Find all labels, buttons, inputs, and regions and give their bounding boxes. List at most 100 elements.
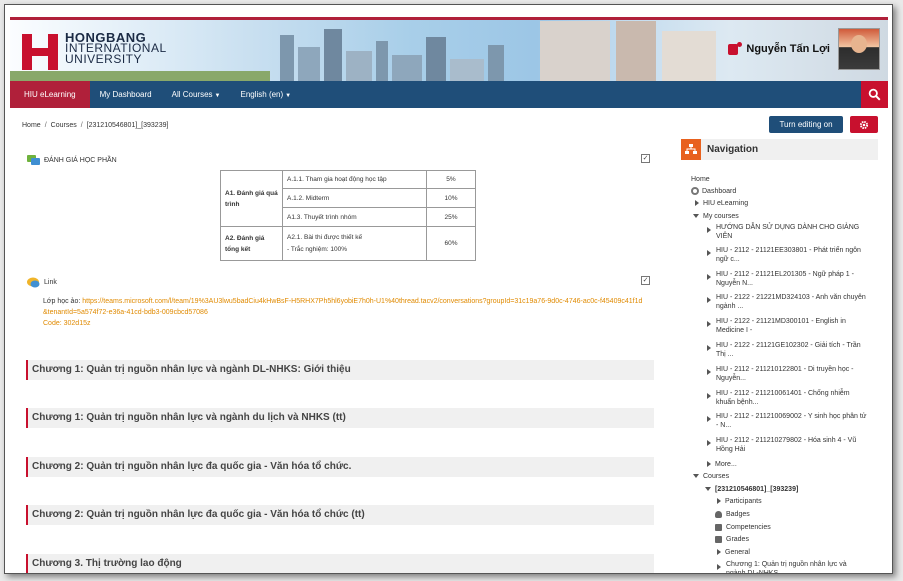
turn-editing-on-button[interactable]: Turn editing on (769, 116, 843, 133)
section-heading[interactable]: Chương 1: Quản trị nguồn nhân lực và ngà… (26, 360, 654, 380)
grade-group: A2. Đánh giá tổng kết (220, 226, 283, 261)
nav-courses-label: Courses (703, 473, 730, 480)
notification-icon[interactable] (728, 41, 743, 55)
user-menu[interactable]: Nguyễn Tấn Lợi (728, 28, 880, 70)
nav-courses[interactable]: Courses (693, 472, 729, 481)
grades-label: Grades (726, 536, 749, 543)
breadcrumb: Home / Courses / [231210546801]_[393239] (22, 122, 168, 129)
hiu-logo-icon[interactable] (22, 34, 58, 70)
breadcrumb-course[interactable]: [231210546801]_[393239] (87, 122, 169, 129)
expand-icon (707, 274, 711, 280)
grade-item: A.1.1. Tham gia hoạt động học tập (282, 170, 427, 189)
course-label: HIU - 2112 - 211210061401 - Chống nhiễm … (716, 390, 850, 406)
expand-icon (707, 227, 711, 233)
course-item[interactable]: HIU - 2112 - 211210061401 - Chống nhiễm … (707, 389, 867, 407)
more-label: More... (715, 461, 737, 468)
nav-badges[interactable]: Badges (715, 510, 750, 519)
more-link[interactable]: More... (707, 460, 737, 469)
course-label: HIU - 2122 - 21221MD324103 - Anh văn chu… (716, 294, 866, 310)
nav-my-courses[interactable]: My courses (693, 212, 739, 221)
table-icon (715, 535, 722, 543)
nav-label: All Courses (171, 90, 213, 99)
logo-line-3: UNIVERSITY (65, 52, 143, 66)
user-name[interactable]: Nguyễn Tấn Lợi (746, 43, 830, 55)
dashboard-icon (691, 187, 699, 196)
general-label: General (725, 549, 750, 556)
link-description: Lớp học ảo: https://teams.microsoft.com/… (43, 296, 643, 329)
grade-item-cell: A2.1. Bài thi được thiết kế - Trắc nghiệ… (282, 226, 427, 261)
nav-grades[interactable]: Grades (715, 535, 749, 544)
section-heading[interactable]: Chương 1: Quản trị nguồn nhân lực và ngà… (26, 408, 654, 428)
nav-hiu-elearning[interactable]: HIU eLearning (10, 81, 90, 108)
nav-participants[interactable]: Participants (717, 497, 762, 506)
grade-item: A1.3. Thuyết trình nhóm (282, 207, 427, 227)
nav-my-courses-label: My courses (703, 213, 739, 220)
avatar[interactable] (838, 28, 880, 70)
navigation-title: Navigation (707, 144, 759, 155)
nav-home[interactable]: Home (691, 175, 710, 184)
collapse-icon (705, 487, 711, 492)
expand-icon (707, 321, 711, 327)
expand-icon (707, 297, 711, 303)
expand-icon (707, 461, 711, 468)
course-item[interactable]: HIU - 2122 - 21121GE102302 - Giải tích -… (707, 341, 867, 359)
university-name: HONGBANG INTERNATIONAL UNIVERSITY (65, 31, 167, 66)
assessment-title[interactable]: ĐÁNH GIÁ HỌC PHẦN (44, 157, 117, 164)
completion-checkbox[interactable]: ✓ (641, 154, 650, 163)
expand-icon (695, 200, 699, 207)
nav-chapter-1[interactable]: Chương 1: Quản trị nguồn nhân lực và ngà… (717, 560, 857, 574)
breadcrumb-home[interactable]: Home (22, 122, 41, 129)
course-item[interactable]: HIU - 2122 - 21121MD300101 - English in … (707, 317, 867, 335)
teams-link[interactable]: https://teams.microsoft.com/l/team/19%3A… (43, 298, 642, 316)
assessment-module[interactable]: ĐÁNH GIÁ HỌC PHẦN (27, 155, 117, 166)
course-settings-button[interactable] (850, 116, 878, 133)
nav-current-course[interactable]: [231210546801]_[393239] (705, 485, 798, 494)
course-item[interactable]: HIU - 2112 - 211210279802 - Hóa sinh 4 -… (707, 436, 867, 454)
grade-weight: 5% (426, 170, 476, 189)
grade-weight: 60% (426, 226, 476, 261)
nav-language[interactable]: English (en) ▼ (230, 81, 301, 108)
class-code: Code: 302d15z (43, 320, 91, 327)
nav-dashboard[interactable]: Dashboard (691, 187, 736, 196)
section-heading[interactable]: Chương 2: Quản trị nguồn nhân lực đa quố… (26, 505, 654, 525)
nav-all-courses[interactable]: All Courses ▼ (162, 81, 231, 108)
link-title[interactable]: Link (44, 279, 57, 286)
navigation-block: Navigation Home Dashboard HIU eLearning … (681, 139, 878, 574)
course-item[interactable]: HIU - 2112 - 211210122801 - Di truyền họ… (707, 365, 867, 383)
course-item[interactable]: HƯỚNG DẪN SỬ DỤNG DÀNH CHO GIẢNG VIÊN (707, 223, 867, 241)
link-module[interactable]: Link (27, 277, 57, 288)
nav-label: English (en) (240, 90, 284, 99)
course-item[interactable]: HIU - 2112 - 21121EE303801 - Phát triển … (707, 246, 867, 264)
search-button[interactable] (861, 81, 888, 108)
course-label: HIU - 2112 - 211210122801 - Di truyền họ… (716, 366, 854, 382)
course-label: HIU - 2112 - 21121EL201305 - Ngữ pháp 1 … (716, 271, 854, 287)
gear-icon (859, 120, 869, 129)
breadcrumb-courses[interactable]: Courses (51, 122, 77, 129)
search-icon (868, 88, 881, 101)
collapse-icon (693, 474, 699, 479)
course-item[interactable]: HIU - 2122 - 21221MD324103 - Anh văn chu… (707, 293, 867, 311)
course-label: HƯỚNG DẪN SỬ DỤNG DÀNH CHO GIẢNG VIÊN (716, 224, 860, 240)
course-label: HIU - 2122 - 21121MD300101 - English in … (716, 318, 846, 334)
course-item[interactable]: HIU - 2112 - 21121EL201305 - Ngữ pháp 1 … (707, 270, 867, 288)
expand-icon (707, 345, 711, 351)
grade-weight: 10% (426, 188, 476, 208)
sitemap-icon (681, 139, 701, 160)
nav-my-dashboard[interactable]: My Dashboard (90, 81, 162, 108)
completion-checkbox[interactable]: ✓ (641, 276, 650, 285)
chat-icon (27, 277, 40, 288)
grade-table: A1. Đánh giá quá trình A.1.1. Tham gia h… (220, 170, 476, 261)
competencies-icon (715, 523, 722, 531)
section-heading[interactable]: Chương 2: Quản trị nguồn nhân lực đa quố… (26, 457, 654, 477)
chapter-label: Chương 1: Quản trị nguồn nhân lực và ngà… (726, 561, 847, 574)
current-course-label: [231210546801]_[393239] (715, 486, 799, 493)
nav-general[interactable]: General (717, 548, 750, 557)
breadcrumb-separator: / (44, 122, 47, 129)
nav-competencies[interactable]: Competencies (715, 523, 771, 532)
nav-label: My Dashboard (99, 90, 152, 99)
course-item[interactable]: HIU - 2112 - 211210069002 - Y sinh học p… (707, 412, 867, 430)
course-label: HIU - 2112 - 211210069002 - Y sinh học p… (716, 413, 867, 429)
expand-icon (717, 498, 721, 505)
nav-elearning[interactable]: HIU eLearning (695, 199, 748, 208)
section-heading[interactable]: Chương 3. Thị trường lao động (26, 554, 654, 573)
